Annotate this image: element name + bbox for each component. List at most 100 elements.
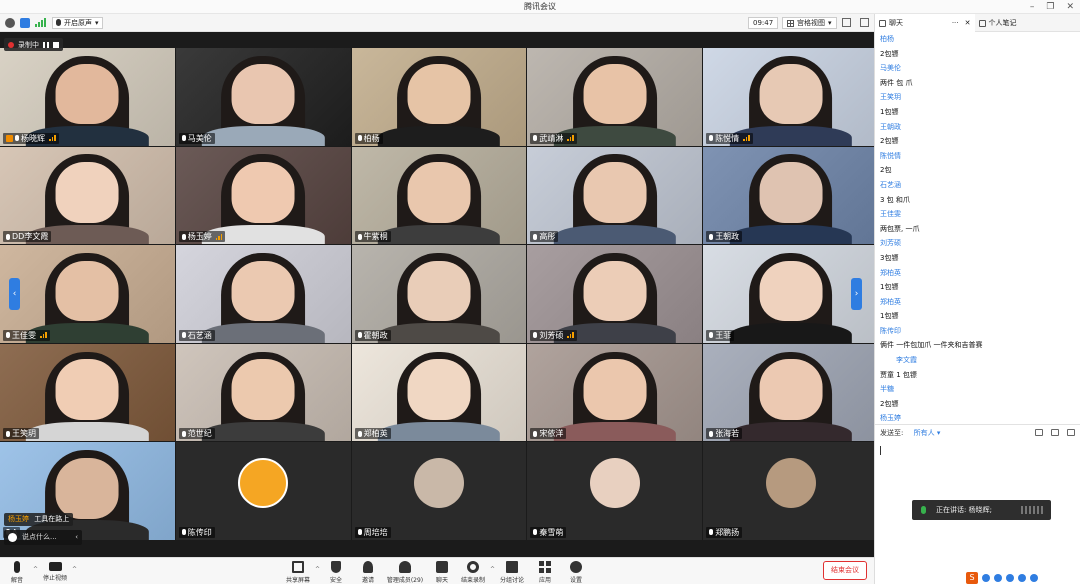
participant-tile[interactable]: 秦雪萌 bbox=[527, 442, 703, 540]
settings-button[interactable]: 设置 bbox=[561, 561, 591, 584]
minimize-icon[interactable]: – bbox=[1030, 0, 1035, 14]
prev-page-arrow[interactable]: ‹ bbox=[9, 278, 20, 310]
chat-sender[interactable]: 杨玉婷 bbox=[880, 411, 1080, 424]
info-icon[interactable] bbox=[5, 17, 15, 28]
speaking-name: 杨晓辉; bbox=[968, 506, 992, 514]
participant-tile[interactable]: 石艺涵 bbox=[175, 245, 351, 343]
layout-icon[interactable] bbox=[860, 18, 869, 27]
avatar bbox=[765, 458, 816, 509]
participant-name: 武靖淋 bbox=[539, 133, 564, 143]
chat-sender[interactable]: 郑柏英 bbox=[880, 266, 1080, 281]
chat-sender[interactable]: 刘芳硕 bbox=[880, 236, 1080, 251]
participant-tile[interactable]: 刘芳硕 bbox=[527, 245, 703, 343]
apps-button[interactable]: 应用 bbox=[530, 561, 560, 584]
folder-icon[interactable] bbox=[1035, 429, 1043, 436]
notes-icon bbox=[978, 19, 986, 27]
chat-sender[interactable]: 王佳雯 bbox=[880, 207, 1080, 222]
participant-tile[interactable]: 杨晓辉 bbox=[0, 48, 175, 146]
mute-button[interactable]: 解音 bbox=[2, 561, 32, 584]
chat-button[interactable]: 聊天 bbox=[427, 561, 457, 584]
participant-tile[interactable]: 武靖淋 bbox=[527, 48, 703, 146]
quick-chat-input[interactable]: 说点什么... ‹ bbox=[4, 530, 82, 545]
share-options-caret[interactable]: ^ bbox=[315, 566, 320, 573]
video-options-caret[interactable]: ^ bbox=[72, 566, 77, 573]
title-bar: 腾讯会议 – ❐ ✕ bbox=[0, 0, 1080, 14]
participant-tile[interactable]: 柏杨 bbox=[351, 48, 527, 146]
participant-tile[interactable]: 郑柏英 bbox=[351, 343, 527, 442]
emoji-icon[interactable] bbox=[8, 533, 17, 542]
participant-tile[interactable]: 郑鹏扬 bbox=[703, 442, 878, 540]
ime-option-icon[interactable] bbox=[982, 573, 990, 582]
tab-notes[interactable]: 个人笔记 bbox=[975, 14, 1080, 32]
invite-button[interactable]: 邀请 bbox=[353, 561, 383, 584]
chat-message-text: 2包镖 bbox=[880, 399, 899, 408]
close-icon[interactable]: ✕ bbox=[1066, 0, 1074, 14]
audio-mode-select[interactable]: 开启原声 ▾ bbox=[52, 16, 103, 29]
chevron-left-icon[interactable]: ‹ bbox=[75, 530, 78, 545]
close-icon[interactable]: ✕ bbox=[965, 14, 971, 32]
participant-tile[interactable]: 马美伦 bbox=[175, 48, 351, 146]
chevron-down-icon[interactable]: ▾ bbox=[937, 429, 941, 437]
chat-sender[interactable]: 陈悦情 bbox=[880, 149, 1080, 164]
end-recording-button[interactable]: 结束录制 bbox=[458, 561, 488, 584]
recording-indicator[interactable]: 录制中 bbox=[4, 38, 63, 51]
send-to-select[interactable]: 所有人 bbox=[914, 429, 935, 437]
participant-tile[interactable]: 宋依洋 bbox=[527, 343, 703, 442]
participant-tile[interactable]: 王佳雯 bbox=[0, 245, 175, 343]
ime-option-icon[interactable] bbox=[994, 573, 1002, 582]
chat-sender[interactable]: 柏杨 bbox=[880, 32, 1080, 47]
participant-tile[interactable]: 周培培 bbox=[351, 442, 527, 540]
image-icon[interactable] bbox=[1051, 429, 1059, 436]
chat-sender[interactable]: 王朝政 bbox=[880, 120, 1080, 135]
participant-tile[interactable]: 霍朝政 bbox=[351, 245, 527, 343]
microphone-icon bbox=[181, 529, 186, 536]
tab-chat[interactable]: 聊天 ··· ✕ bbox=[875, 14, 975, 32]
chat-sender[interactable]: 李文霞 bbox=[880, 353, 1080, 368]
participant-face bbox=[231, 359, 295, 420]
ime-logo-icon[interactable]: S bbox=[966, 571, 978, 584]
shield-icon[interactable] bbox=[20, 17, 30, 28]
share-screen-button[interactable]: 共享屏幕 bbox=[283, 561, 313, 584]
manage-members-button[interactable]: 管理成员(29) bbox=[384, 561, 426, 584]
security-button[interactable]: 安全 bbox=[321, 561, 351, 584]
chat-sender[interactable]: 马美伦 bbox=[880, 61, 1080, 76]
ime-option-icon[interactable] bbox=[1006, 573, 1014, 582]
participant-tile[interactable]: 王朝政 bbox=[703, 146, 878, 245]
avatar bbox=[413, 458, 464, 509]
maximize-icon[interactable]: ❐ bbox=[1046, 0, 1054, 14]
chat-sender[interactable]: 石艺涵 bbox=[880, 178, 1080, 193]
mic-icon bbox=[56, 19, 61, 26]
more-options-icon[interactable]: ··· bbox=[952, 14, 959, 32]
participant-tile[interactable]: 高彤 bbox=[527, 146, 703, 245]
participant-tile[interactable]: 陈悦情 bbox=[703, 48, 878, 146]
participant-tile[interactable]: 范世纪 bbox=[175, 343, 351, 442]
chat-sender[interactable]: 王笑玥 bbox=[880, 90, 1080, 105]
ime-option-icon[interactable] bbox=[1018, 573, 1026, 582]
participant-tile[interactable]: 张海若 bbox=[703, 343, 878, 442]
record-options-caret[interactable]: ^ bbox=[490, 566, 495, 573]
network-signal-icon[interactable] bbox=[35, 18, 46, 27]
signal-icon bbox=[743, 135, 750, 142]
participant-name: 马美伦 bbox=[187, 133, 212, 143]
speaking-label: 正在讲话: bbox=[936, 506, 967, 514]
breakout-button[interactable]: 分组讨论 bbox=[497, 561, 527, 584]
chat-sender[interactable]: 陈传印 bbox=[880, 324, 1080, 339]
end-meeting-button[interactable]: 结束会议 bbox=[823, 561, 867, 580]
ime-option-icon[interactable] bbox=[1030, 573, 1038, 582]
chat-sender[interactable]: 半糖 bbox=[880, 382, 1080, 397]
participant-tile[interactable]: 杨玉婷 bbox=[175, 146, 351, 245]
participant-tile[interactable]: DD李文霞 bbox=[0, 146, 175, 245]
user-icon[interactable] bbox=[1067, 429, 1075, 436]
fullscreen-icon[interactable] bbox=[842, 18, 851, 27]
next-page-arrow[interactable]: › bbox=[851, 278, 862, 310]
pause-icon[interactable] bbox=[43, 41, 49, 48]
participant-tile[interactable]: 陈传印 bbox=[175, 442, 351, 540]
participant-tile[interactable]: 王笑玥 bbox=[0, 343, 175, 442]
chat-message-list[interactable]: 柏杨 2包镖 马美伦 两件 包 爪王笑玥 1包镖 王朝政 2包镖 陈悦情 2包 石艺涵 3 包 和爪… bbox=[875, 32, 1080, 424]
participant-tile[interactable]: 牛紫桐 bbox=[351, 146, 527, 245]
stop-video-button[interactable]: 停止视频 bbox=[40, 561, 70, 582]
view-mode-button[interactable]: 宫格视图 ▾ bbox=[782, 17, 837, 29]
stop-icon[interactable] bbox=[53, 41, 59, 48]
chat-sender[interactable]: 郑柏英 bbox=[880, 295, 1080, 310]
mic-options-caret[interactable]: ^ bbox=[33, 566, 38, 573]
